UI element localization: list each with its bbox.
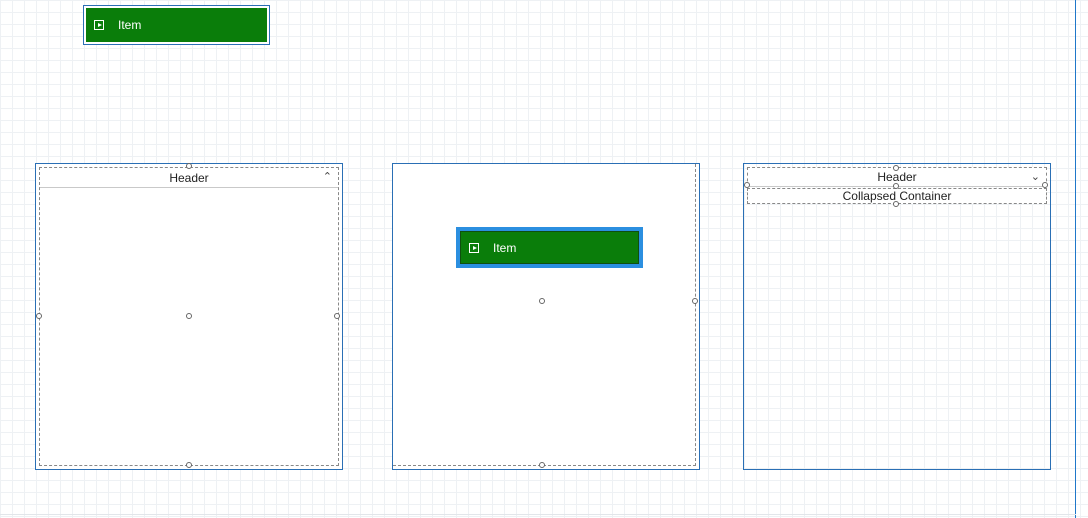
resize-handle-top[interactable]: [893, 165, 899, 171]
middle-item-label: Item: [493, 240, 517, 255]
right-header-label: Header: [877, 170, 917, 184]
center-handle[interactable]: [539, 298, 545, 304]
left-header-label: Header: [169, 170, 209, 185]
resize-handle-bottom[interactable]: [893, 201, 899, 207]
canvas-right-edge: [1075, 0, 1076, 518]
center-handle[interactable]: [893, 183, 899, 189]
top-item-label: Item: [118, 18, 142, 32]
left-container[interactable]: Header ⌃: [35, 163, 343, 470]
canvas-bottom-edge: [0, 514, 1076, 515]
left-container-header[interactable]: Header ⌃: [40, 168, 338, 188]
resize-handle-left[interactable]: [744, 182, 750, 188]
chevron-up-icon[interactable]: ⌃: [323, 170, 332, 183]
top-item-frame[interactable]: Item: [83, 5, 270, 45]
right-container[interactable]: Header ⌄ Collapsed Container: [743, 163, 1051, 470]
resize-handle-left[interactable]: [36, 313, 42, 319]
middle-container-inner: [393, 164, 696, 466]
chevron-down-icon[interactable]: ⌄: [1031, 170, 1040, 183]
resize-handle-right[interactable]: [334, 313, 340, 319]
resize-handle-bottom[interactable]: [186, 462, 192, 468]
play-square-icon: [469, 242, 479, 253]
top-item-button[interactable]: Item: [86, 8, 267, 42]
resize-handle-right[interactable]: [1042, 182, 1048, 188]
play-square-icon: [94, 20, 104, 30]
middle-container[interactable]: [392, 163, 700, 470]
middle-item-button[interactable]: Item: [460, 231, 639, 264]
middle-item-frame[interactable]: Item: [456, 227, 643, 268]
resize-handle-bottom[interactable]: [539, 462, 545, 468]
resize-handle-top[interactable]: [186, 163, 192, 169]
center-handle[interactable]: [186, 313, 192, 319]
resize-handle-right[interactable]: [692, 298, 698, 304]
